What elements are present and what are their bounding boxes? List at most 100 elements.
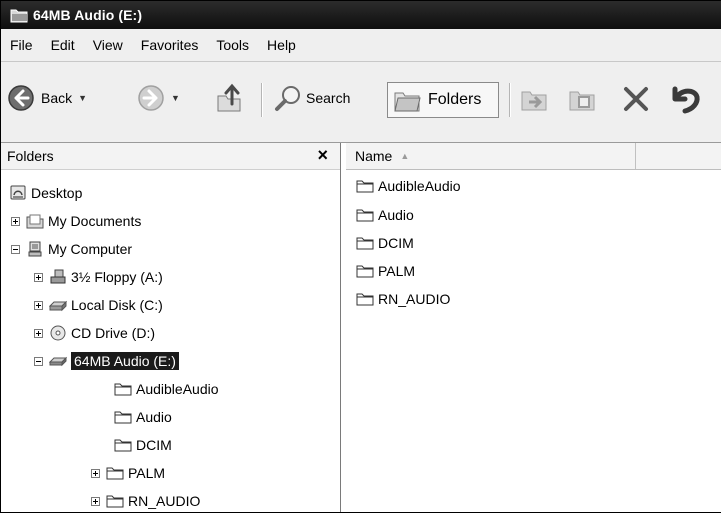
collapse-icon[interactable] <box>11 244 20 254</box>
floppy-drive-icon <box>50 269 66 284</box>
toolbar: Back ▼ ▼ Search Folders <box>1 62 721 143</box>
folder-icon <box>106 495 124 508</box>
expand-icon[interactable] <box>34 272 43 282</box>
folder-icon <box>114 383 132 396</box>
collapse-icon[interactable] <box>34 356 43 366</box>
menu-tools[interactable]: Tools <box>207 37 258 53</box>
folder-icon <box>356 293 374 305</box>
tree-item-label: CD Drive (D:) <box>71 325 155 341</box>
expand-icon[interactable] <box>91 468 100 478</box>
tree-item-label: 3½ Floppy (A:) <box>71 269 163 285</box>
menu-edit[interactable]: Edit <box>42 37 84 53</box>
my-documents-icon <box>26 214 44 229</box>
back-label: Back <box>41 90 73 106</box>
expand-icon[interactable] <box>11 216 20 226</box>
tree-item-palm[interactable]: PALM <box>91 462 165 484</box>
tree-item-label: Local Disk (C:) <box>71 297 163 313</box>
folders-pane-title: Folders <box>7 148 54 164</box>
copy-to-button[interactable] <box>567 84 599 114</box>
folders-icon <box>394 92 421 112</box>
delete-x-icon <box>624 87 648 111</box>
menu-file[interactable]: File <box>1 37 42 53</box>
file-list-item[interactable]: DCIM <box>356 232 414 253</box>
folder-icon <box>106 467 124 480</box>
tree-item-my-computer[interactable]: My Computer <box>11 238 132 260</box>
back-button[interactable]: Back ▼ <box>7 84 87 112</box>
folder-icon <box>356 209 374 221</box>
forward-button[interactable]: ▼ <box>137 84 180 112</box>
window-title: 64MB Audio (E:) <box>33 7 143 23</box>
folders-pane-header: Folders × <box>1 143 340 170</box>
search-label: Search <box>306 90 351 106</box>
menu-bar: File Edit View Favorites Tools Help <box>1 29 721 62</box>
delete-button[interactable] <box>621 84 651 114</box>
file-name: Audio <box>378 206 414 223</box>
tree-item-label: AudibleAudio <box>136 381 219 397</box>
expand-icon[interactable] <box>34 300 43 310</box>
folders-button[interactable]: Folders <box>387 82 499 118</box>
move-to-icon <box>521 91 547 111</box>
tree-item-label: RN_AUDIO <box>128 493 201 509</box>
column-header-name[interactable]: Name ▲ <box>346 143 636 169</box>
tree-item-label: Desktop <box>31 185 83 201</box>
tree-item-audio[interactable]: Audio <box>114 406 172 428</box>
back-arrow-icon <box>8 85 34 111</box>
folder-icon <box>356 237 374 249</box>
undo-button[interactable] <box>665 83 701 115</box>
tree-item-label: Audio <box>136 409 172 425</box>
folders-label: Folders <box>428 91 482 108</box>
search-icon <box>275 86 300 111</box>
column-header-label: Name <box>355 148 393 164</box>
tree-item-cd-drive[interactable]: CD Drive (D:) <box>34 322 155 344</box>
file-name: RN_AUDIO <box>378 290 451 307</box>
file-name: DCIM <box>378 234 414 251</box>
tree-item-64mb-audio[interactable]: 64MB Audio (E:) <box>34 350 179 372</box>
folder-icon <box>356 180 374 192</box>
search-button[interactable]: Search <box>273 84 350 112</box>
title-bar[interactable]: 64MB Audio (E:) <box>1 1 721 29</box>
folder-icon <box>356 265 374 277</box>
menu-help[interactable]: Help <box>258 37 305 53</box>
expand-icon[interactable] <box>91 496 100 506</box>
menu-view[interactable]: View <box>84 37 132 53</box>
desktop-icon <box>10 185 26 200</box>
tree-item-rn-audio[interactable]: RN_AUDIO <box>91 490 200 512</box>
tree-item-desktop[interactable]: Desktop <box>9 182 82 204</box>
file-name: AudibleAudio <box>378 177 461 194</box>
tree-item-dcim[interactable]: DCIM <box>114 434 172 456</box>
forward-dropdown-icon[interactable]: ▼ <box>171 93 180 103</box>
toolbar-separator <box>261 83 263 117</box>
file-list-item[interactable]: AudibleAudio <box>356 175 461 196</box>
up-folder-icon <box>217 83 241 112</box>
toolbar-separator <box>509 83 511 117</box>
menu-favorites[interactable]: Favorites <box>132 37 208 53</box>
folder-window-icon <box>10 9 28 23</box>
back-dropdown-icon[interactable]: ▼ <box>78 93 87 103</box>
cd-drive-icon <box>50 325 66 341</box>
tree-item-local-disk[interactable]: Local Disk (C:) <box>34 294 163 316</box>
undo-icon <box>672 86 700 114</box>
folder-icon <box>114 411 132 424</box>
tree-item-floppy[interactable]: 3½ Floppy (A:) <box>34 266 163 288</box>
up-folder-button[interactable] <box>215 82 245 114</box>
tree-item-label: PALM <box>128 465 166 481</box>
explorer-window: 64MB Audio (E:) File Edit View Favorites… <box>0 0 721 513</box>
file-list-item[interactable]: RN_AUDIO <box>356 288 450 309</box>
tree-item-label: My Documents <box>48 213 142 229</box>
tree-item-my-documents[interactable]: My Documents <box>11 210 141 232</box>
folders-pane: Folders × Desktop My Documents My Comput… <box>1 143 341 512</box>
file-list-item[interactable]: PALM <box>356 260 415 281</box>
tree-item-label: 64MB Audio (E:) <box>71 352 179 370</box>
tree-item-label: DCIM <box>136 437 172 453</box>
expand-icon[interactable] <box>34 328 43 338</box>
sort-ascending-icon: ▲ <box>400 151 410 161</box>
close-icon[interactable]: × <box>317 145 328 166</box>
removable-drive-icon <box>49 356 67 367</box>
column-header-row: Name ▲ <box>346 143 721 170</box>
move-to-button[interactable] <box>519 84 551 114</box>
tree-item-audibleaudio[interactable]: AudibleAudio <box>114 378 219 400</box>
tree-item-label: My Computer <box>48 241 133 257</box>
copy-to-icon <box>569 91 595 111</box>
forward-arrow-icon <box>138 85 164 111</box>
file-list-item[interactable]: Audio <box>356 204 414 225</box>
